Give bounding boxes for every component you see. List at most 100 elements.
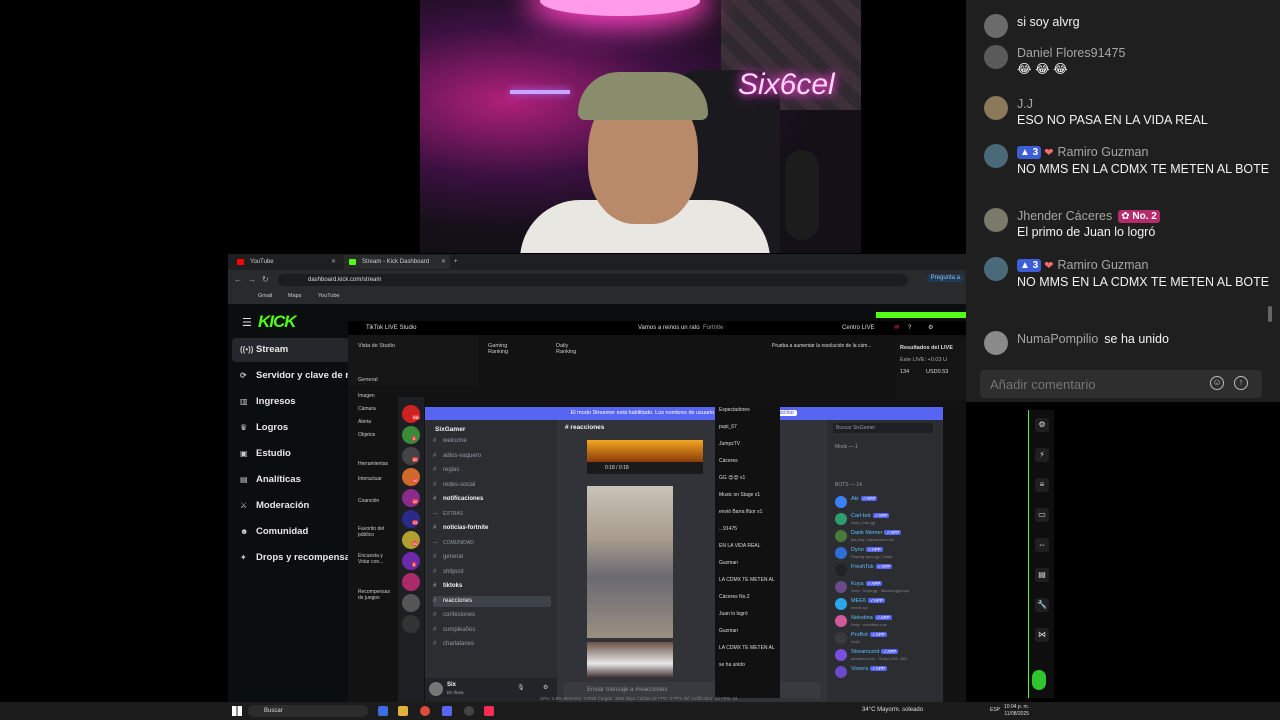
- chat-username[interactable]: Ramiro Guzman: [1057, 145, 1148, 159]
- share-icon[interactable]: ⋈: [1035, 628, 1049, 642]
- emoji-icon[interactable]: ☺: [1210, 376, 1224, 390]
- server-name[interactable]: SixGamer: [435, 426, 465, 433]
- chrome-icon[interactable]: [420, 706, 430, 716]
- comment-input[interactable]: [990, 370, 1210, 398]
- wrench-icon[interactable]: 🔧: [1035, 598, 1049, 612]
- server-icon[interactable]: 22: [402, 510, 420, 528]
- taskbar-search[interactable]: Buscar: [248, 705, 368, 717]
- nav-item-drops[interactable]: ✦ Drops y recompensas: [232, 546, 350, 570]
- bookmark-youtube[interactable]: YouTube: [318, 293, 340, 299]
- member-item[interactable]: Streamcord ✓APP streamcord.io · Shard 228 …: [835, 649, 941, 664]
- video-attachment[interactable]: [587, 486, 673, 638]
- channel-category[interactable]: — COMUNIDAD: [433, 538, 551, 549]
- member-item[interactable]: ProBot ✓APP/help: [835, 632, 941, 647]
- reload-icon[interactable]: ↻: [262, 275, 269, 284]
- member-item[interactable]: MEE6 ✓APP mee6.xyz: [835, 598, 941, 613]
- server-icon[interactable]: 6: [402, 552, 420, 570]
- nav-item-ingresos[interactable]: ▥ Ingresos: [232, 390, 350, 414]
- server-icon[interactable]: [402, 573, 420, 591]
- channel-item[interactable]: # notificaciones: [433, 494, 551, 505]
- close-icon[interactable]: ✕: [441, 255, 446, 269]
- settings-icon[interactable]: ⚙: [1035, 418, 1049, 432]
- url-field[interactable]: dashboard.kick.com/stream: [278, 274, 908, 286]
- channel-item[interactable]: # adios-vaquero: [433, 451, 551, 462]
- video-attachment-2[interactable]: [587, 642, 673, 678]
- chat-username[interactable]: NumaPompilio: [1017, 332, 1098, 346]
- back-icon[interactable]: ←: [234, 275, 242, 284]
- gaming-ranking[interactable]: Gaming Ranking: [488, 343, 508, 355]
- live-title[interactable]: Vamos a reinos un rato: [638, 321, 700, 335]
- send-up-icon[interactable]: ↑: [1234, 376, 1248, 390]
- nav-item-moderación[interactable]: ⚔ Moderación: [232, 494, 350, 518]
- avatar[interactable]: [984, 45, 1008, 69]
- tiktok-tool-item[interactable]: Coanción: [358, 498, 392, 504]
- obs-icon[interactable]: [464, 706, 474, 716]
- bolt-icon[interactable]: ⚡: [1035, 448, 1049, 462]
- avatar[interactable]: [984, 96, 1008, 120]
- avatar[interactable]: [429, 682, 443, 696]
- channel-item[interactable]: # charlatanes: [433, 639, 551, 650]
- tiktok-tool-item[interactable]: Recompensas de juegos: [358, 589, 392, 601]
- tiktok-tool-item[interactable]: Imagen: [358, 393, 392, 399]
- member-item[interactable]: Dyno ✓APP Playing dyno.gg | ?help: [835, 547, 941, 562]
- language[interactable]: ESP: [990, 707, 1000, 713]
- tiktok-icon[interactable]: [484, 706, 494, 716]
- tiktok-tool-item[interactable]: Objetos: [358, 432, 392, 438]
- chat-icon[interactable]: ▭: [1035, 508, 1049, 522]
- server-icon[interactable]: 40: [402, 489, 420, 507]
- member-item[interactable]: Aki ✓APP: [835, 496, 941, 511]
- tiktok-live-button[interactable]: [1032, 670, 1046, 690]
- tiktok-tool-item[interactable]: Encuesta y Votar con...: [358, 553, 392, 565]
- channel-item[interactable]: # general: [433, 552, 551, 563]
- general-select[interactable]: General: [358, 377, 378, 383]
- tiktok-tool-item[interactable]: Alerta: [358, 419, 392, 425]
- avatar[interactable]: [984, 208, 1008, 232]
- centro-live-button[interactable]: Centro LIVE: [842, 321, 875, 335]
- list-icon[interactable]: ≡: [1035, 478, 1049, 492]
- folder-icon[interactable]: [398, 706, 408, 716]
- bookmark-maps[interactable]: Maps: [288, 293, 301, 299]
- nav-item-estudio[interactable]: ▣ Estudio: [232, 442, 350, 466]
- nav-item-servidor[interactable]: ⟳ Servidor y clave de re: [232, 364, 350, 388]
- server-icon[interactable]: 60: [402, 531, 420, 549]
- forward-icon[interactable]: →: [248, 275, 256, 284]
- member-item[interactable]: Nekotina ✓APP/help · nekotina.com: [835, 615, 941, 630]
- member-item[interactable]: Voxera ✓APP: [835, 666, 941, 681]
- mic-icon[interactable]: 🎙: [517, 684, 525, 691]
- chat-scrollbar[interactable]: [1268, 306, 1272, 322]
- member-item[interactable]: Carl-bot ✓APP/help | carl.gg: [835, 513, 941, 528]
- member-item[interactable]: FreshTok ✓APP: [835, 564, 941, 579]
- channel-item[interactable]: # redes-social: [433, 480, 551, 491]
- help-icon[interactable]: ?: [908, 321, 911, 335]
- member-item[interactable]: Koya ✓APP/help · koya.gg · discord.gg/koy…: [835, 581, 941, 596]
- tiktok-tool-item[interactable]: Cámara: [358, 406, 392, 412]
- nav-item-comunidad[interactable]: ☻ Comunidad: [232, 520, 350, 544]
- avatar[interactable]: [984, 144, 1008, 168]
- chat-input-box[interactable]: ☺ ↑: [980, 370, 1262, 398]
- server-icon[interactable]: 5: [402, 426, 420, 444]
- chat-username[interactable]: J.J: [1017, 97, 1033, 111]
- close-icon[interactable]: ✕: [331, 255, 336, 269]
- server-icon[interactable]: RB: [402, 405, 420, 423]
- tiktok-tool-item[interactable]: Favorito del público: [358, 526, 392, 538]
- chat-username[interactable]: Ramiro Guzman: [1057, 258, 1148, 272]
- hamburger-icon[interactable]: ☰: [242, 316, 252, 329]
- channel-item[interactable]: # confesiones: [433, 610, 551, 621]
- studio-view-select[interactable]: Vista de Studio: [358, 343, 395, 349]
- embed-image[interactable]: [587, 440, 703, 462]
- tiktok-tool-item[interactable]: Herramientas: [358, 461, 392, 467]
- server-icon[interactable]: [402, 594, 420, 612]
- video-controls[interactable]: 0:18 / 0:18: [587, 462, 703, 474]
- discord-icon[interactable]: [442, 706, 452, 716]
- member-item[interactable]: Dank Memer ✓APP pls play | dankmemer.lol: [835, 530, 941, 545]
- chat-username[interactable]: Daniel Flores91475: [1017, 46, 1125, 60]
- channel-item[interactable]: # welcome: [433, 436, 551, 447]
- daily-ranking[interactable]: Daily Ranking: [556, 343, 576, 355]
- code-icon[interactable]: ⇔: [1035, 538, 1049, 552]
- stack-icon[interactable]: ▤: [1035, 568, 1049, 582]
- nav-item-logros[interactable]: ♛ Logros: [232, 416, 350, 440]
- channel-item[interactable]: # shitpost: [433, 567, 551, 578]
- channel-item[interactable]: # noticias-fortnite: [433, 523, 551, 534]
- copilot-icon[interactable]: [378, 706, 388, 716]
- nav-item-stream[interactable]: ((•)) Stream: [232, 338, 350, 362]
